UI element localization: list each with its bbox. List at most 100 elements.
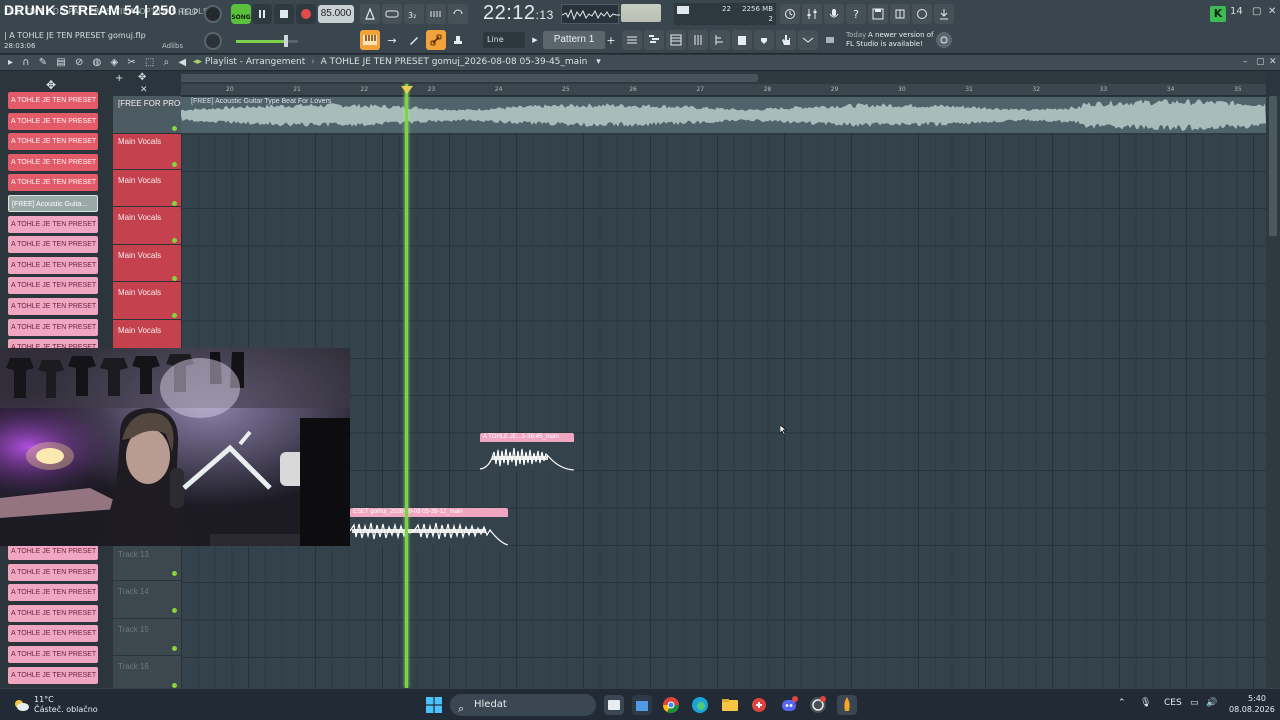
timeline-ruler[interactable]: 20 21 22 23 24 25 26 27 28 29 30 31 32 33 34 35 bbox=[181, 84, 1266, 96]
record-audio-button[interactable] bbox=[824, 4, 844, 24]
pattern-item[interactable]: A TOHLE JE TEN PRESET g... bbox=[8, 153, 98, 171]
play-button[interactable] bbox=[252, 4, 272, 24]
fl-studio-taskbar-icon[interactable] bbox=[837, 695, 857, 715]
audio-clip-guitar[interactable] bbox=[181, 97, 1266, 133]
pattern-item[interactable]: A TOHLE JE TEN PRESET g... bbox=[8, 236, 98, 254]
playhead[interactable] bbox=[405, 84, 408, 688]
tray-chevron-icon[interactable]: ⌃ bbox=[1118, 698, 1126, 708]
vocal-clip-a[interactable]: A TOHLE JE...5-39-45_main bbox=[480, 433, 574, 471]
close-small-icon[interactable]: ✕ bbox=[140, 85, 148, 95]
edge-icon[interactable] bbox=[690, 695, 710, 715]
pattern-item[interactable]: A TOHLE JE TEN PRESET g... bbox=[8, 215, 98, 233]
move-icon[interactable]: ✥ bbox=[46, 78, 56, 92]
plugin-button[interactable] bbox=[890, 4, 910, 24]
pattern-item[interactable]: A TOHLE JE TEN PRESET g... bbox=[8, 584, 98, 602]
track-header[interactable]: Main Vocals bbox=[113, 207, 181, 245]
pattern-item[interactable]: A TOHLE JE TEN PRESET g... bbox=[8, 112, 98, 130]
speaker-icon[interactable]: ◀ bbox=[178, 57, 189, 68]
taskbar-time[interactable]: 5:40 bbox=[1248, 694, 1266, 703]
pattern-item[interactable]: A TOHLE JE TEN PRESET g... bbox=[8, 92, 98, 109]
playlist-button[interactable] bbox=[622, 30, 642, 50]
chat-button[interactable] bbox=[912, 4, 932, 24]
pattern-item[interactable]: A TOHLE JE TEN PRESET g... bbox=[8, 604, 98, 622]
metronome-button[interactable] bbox=[360, 4, 380, 24]
pattern-item[interactable]: A TOHLE JE TEN PRESET g... bbox=[8, 277, 98, 295]
track-active-led[interactable] bbox=[172, 126, 177, 131]
playlist-tools[interactable]: ▸ ∩ ✎ ▤ ⊘ ◍ ◈ ✂ ⬚ ⌕ ◀ bbox=[8, 57, 189, 68]
playlist-close[interactable]: ✕ bbox=[1269, 57, 1277, 67]
menu-help[interactable]: HELP bbox=[178, 8, 198, 17]
snap-selector[interactable]: Line bbox=[483, 32, 525, 48]
resize-icon[interactable]: ✥ bbox=[138, 72, 146, 83]
mixer-button[interactable] bbox=[802, 4, 822, 24]
wait-record-button[interactable] bbox=[382, 4, 402, 24]
mute-icon[interactable]: ◍ bbox=[93, 57, 105, 68]
delete-icon[interactable]: ⊘ bbox=[75, 57, 86, 68]
taskbar-search[interactable]: ⌕ Hledat bbox=[450, 694, 596, 716]
news-headline[interactable]: A newer version of bbox=[868, 31, 938, 40]
task-view-icon[interactable] bbox=[604, 695, 624, 715]
playlist-minimize[interactable]: – bbox=[1243, 57, 1248, 67]
pattern-item[interactable]: A TOHLE JE TEN PRESET g... bbox=[8, 298, 98, 315]
track-active-led[interactable] bbox=[172, 275, 177, 281]
help-button[interactable]: ? bbox=[846, 4, 866, 24]
network-icon[interactable]: ▭ bbox=[1190, 698, 1199, 708]
download-button[interactable] bbox=[934, 4, 954, 24]
paint-icon[interactable]: ▤ bbox=[56, 57, 68, 68]
pencil-icon[interactable]: ✎ bbox=[39, 57, 50, 68]
track-header[interactable]: Main Vocals bbox=[113, 134, 181, 170]
chrome-icon[interactable] bbox=[661, 695, 681, 715]
song-mode-button[interactable]: SONG bbox=[231, 4, 251, 24]
channel-rack-button[interactable] bbox=[666, 30, 686, 50]
track-header[interactable]: Track 13 bbox=[113, 544, 181, 582]
track-active-led[interactable] bbox=[172, 645, 177, 651]
track-header[interactable]: Main Vocals bbox=[113, 170, 181, 208]
master-pitch-knob[interactable] bbox=[204, 32, 222, 50]
vertical-scrollbar[interactable] bbox=[1266, 96, 1280, 688]
pattern-item[interactable]: A TOHLE JE TEN PRESET g... bbox=[8, 563, 98, 581]
play-small-icon[interactable]: ▸ bbox=[8, 57, 16, 68]
master-volume-slider[interactable] bbox=[236, 35, 298, 47]
playlist-maximize[interactable]: ▢ bbox=[1256, 57, 1265, 67]
loop-record-button[interactable] bbox=[448, 4, 468, 24]
track-active-led[interactable] bbox=[172, 201, 177, 206]
vocal-clip-b[interactable]: ESET gomuj_2026-08-08 05-39-12_main bbox=[350, 508, 508, 546]
pattern-prev-button[interactable]: ▶ bbox=[530, 31, 540, 49]
store-icon[interactable] bbox=[632, 695, 652, 715]
clipboard-button[interactable] bbox=[732, 30, 752, 50]
track-header[interactable]: Main Vocals bbox=[113, 244, 181, 283]
arrow-tool-button[interactable]: → bbox=[382, 30, 402, 50]
mixer-open-button[interactable] bbox=[688, 30, 708, 50]
step-edit-button[interactable] bbox=[426, 4, 446, 24]
piano-roll-button[interactable] bbox=[360, 30, 380, 50]
maximize-button[interactable]: ▢ bbox=[1252, 6, 1261, 17]
plug-button[interactable] bbox=[754, 30, 774, 50]
zoom-icon[interactable]: ⌕ bbox=[164, 57, 173, 68]
volume-icon[interactable]: 🔊 bbox=[1206, 698, 1217, 708]
vertical-scrollbar-thumb[interactable] bbox=[1269, 96, 1277, 236]
weather-description[interactable]: Částeč. oblačno bbox=[34, 705, 98, 714]
pattern-item[interactable]: A TOHLE JE TEN PRESET g... bbox=[8, 646, 98, 663]
touch-button[interactable] bbox=[776, 30, 796, 50]
close-button[interactable]: ✕ bbox=[1268, 6, 1276, 17]
pattern-item[interactable]: A TOHLE JE TEN PRESET g... bbox=[8, 625, 98, 643]
pattern-item[interactable]: [FREE] Acoustic Guita... bbox=[8, 195, 98, 212]
undo-button[interactable] bbox=[780, 4, 800, 24]
weather-temperature[interactable]: 11°C bbox=[34, 695, 54, 704]
pattern-item[interactable]: A TOHLE JE TEN PRESET g... bbox=[8, 133, 98, 151]
track-active-led[interactable] bbox=[172, 162, 177, 167]
update-button[interactable] bbox=[936, 32, 952, 48]
minimize-button[interactable]: 14 bbox=[1230, 6, 1243, 17]
file-explorer-icon[interactable] bbox=[720, 695, 740, 715]
weather-cloud-icon[interactable] bbox=[12, 696, 30, 714]
playhead-marker-icon[interactable] bbox=[401, 86, 413, 94]
countdown-button[interactable]: 3₂ bbox=[404, 4, 424, 24]
slice-icon[interactable]: ✂ bbox=[127, 57, 138, 68]
pattern-item[interactable]: A TOHLE JE TEN PRESET g... bbox=[8, 256, 98, 274]
stop-button[interactable] bbox=[274, 4, 294, 24]
piano-roll-open-button[interactable] bbox=[644, 30, 664, 50]
record-button[interactable] bbox=[296, 4, 316, 24]
windows-start-icon[interactable] bbox=[426, 697, 442, 713]
dropdown-icon[interactable]: ▾ bbox=[596, 57, 601, 67]
add-track-icon[interactable]: + bbox=[115, 73, 123, 84]
